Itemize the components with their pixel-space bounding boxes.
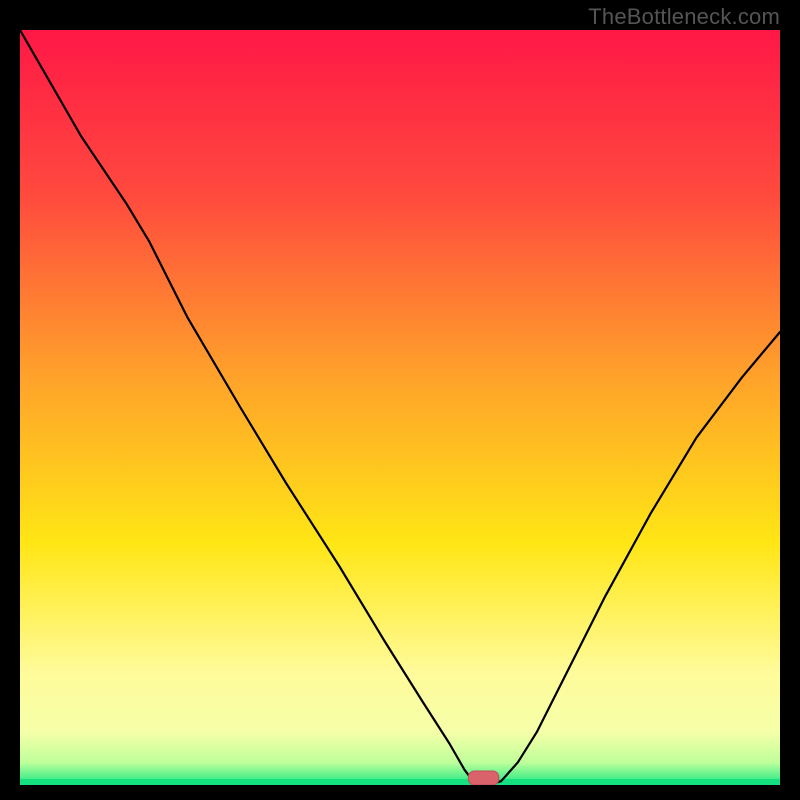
- chart-frame: TheBottleneck.com: [0, 0, 800, 800]
- optimal-marker: [468, 771, 498, 785]
- watermark-text: TheBottleneck.com: [588, 4, 780, 30]
- green-baseline: [20, 779, 780, 785]
- gradient-background: [20, 30, 780, 785]
- chart-svg: [20, 30, 780, 785]
- plot-area: [20, 30, 780, 785]
